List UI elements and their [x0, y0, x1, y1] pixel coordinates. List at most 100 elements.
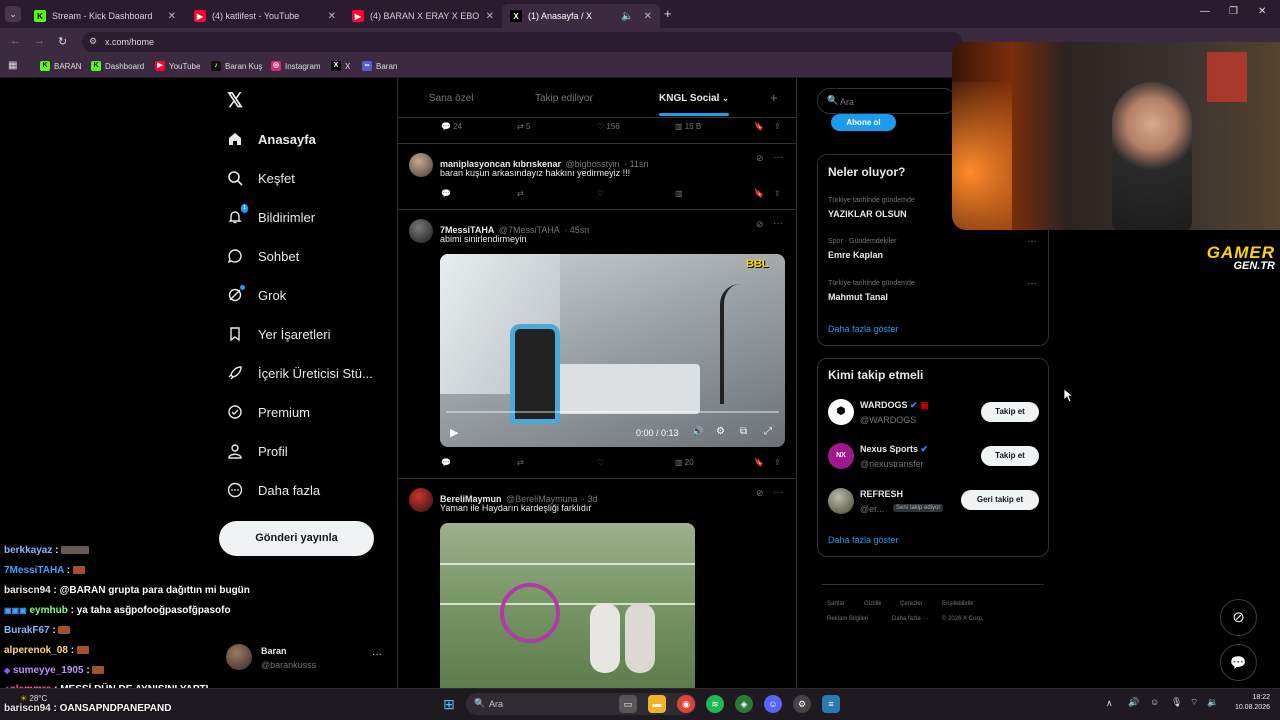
reload-icon[interactable]: ↻ — [58, 35, 67, 48]
show-more-link[interactable]: Daha fazla göster — [828, 535, 899, 545]
tab-following[interactable]: Takip ediliyor — [535, 93, 593, 104]
messages-float-button[interactable]: 💬 — [1220, 644, 1257, 681]
reply-button[interactable]: 💬 — [441, 189, 451, 198]
more-dots-icon[interactable]: ··· — [1027, 236, 1037, 247]
bookmark-instagram[interactable]: ◎ Instagram — [271, 61, 321, 71]
account-switcher[interactable]: Baran @barankusss ··· — [226, 643, 386, 673]
speaker-icon[interactable]: 🔈 — [621, 11, 633, 22]
tab-youtube-baran[interactable]: ▶ (4) BARAN X ERAY X EBONIVON ✕ — [344, 4, 502, 28]
follow-back-button[interactable]: Geri takip et — [961, 490, 1039, 510]
restore-button[interactable]: ❐ — [1229, 6, 1238, 17]
more-dots-icon[interactable]: ··· — [773, 487, 783, 498]
discord-icon[interactable]: ☺ — [764, 695, 782, 713]
add-tab-icon[interactable]: + — [770, 90, 778, 105]
tab-kick-dashboard[interactable]: K Stream - Kick Dashboard ✕ — [26, 4, 184, 28]
close-icon[interactable]: ✕ — [486, 11, 494, 22]
nav-premium[interactable]: Premium — [226, 403, 310, 421]
start-button[interactable]: ⊞ — [440, 695, 458, 713]
close-icon[interactable]: ✕ — [168, 11, 176, 22]
video-progress-track[interactable] — [446, 411, 779, 413]
close-icon[interactable]: ✕ — [644, 11, 652, 22]
video-player[interactable]: BBL ▶ 0:00 / 0:13 🔊 ⚙ ⧉ ⤢ — [440, 254, 785, 447]
reply-button[interactable]: 💬 — [441, 458, 451, 467]
url-input[interactable]: x.com/home — [82, 32, 962, 52]
suggest-name[interactable]: WARDOGS ✔ ▣ — [860, 400, 929, 411]
more-dots-icon[interactable]: ··· — [773, 152, 783, 163]
trend-item[interactable]: Emre Kaplan — [828, 250, 883, 260]
tab-search-icon[interactable]: ⌄ — [5, 6, 21, 22]
avatar[interactable] — [409, 153, 433, 177]
footer-link[interactable]: Çerezler — [900, 601, 923, 607]
show-more-link[interactable]: Daha fazla göster — [828, 324, 899, 334]
subscribe-button[interactable]: Abone ol — [831, 114, 896, 131]
forward-icon[interactable]: → — [34, 35, 45, 47]
share-icon[interactable]: ⇪ — [774, 122, 781, 131]
grok-icon[interactable]: ⊘ — [756, 153, 764, 164]
nav-more[interactable]: Daha fazla — [226, 481, 320, 499]
tweet-image[interactable] — [440, 523, 695, 688]
views-button[interactable]: ▥ 20 — [675, 458, 694, 467]
more-dots-icon[interactable]: ··· — [1027, 278, 1037, 289]
grok-float-button[interactable]: ⊘ — [1220, 599, 1257, 636]
search-box[interactable]: 🔍 Ara — [817, 88, 957, 114]
minimize-button[interactable]: — — [1200, 6, 1210, 17]
bookmark-x[interactable]: XX — [331, 61, 350, 71]
wifi-icon[interactable]: ⌔ — [1190, 697, 1198, 708]
back-icon[interactable]: ← — [10, 35, 21, 47]
close-icon[interactable]: ✕ — [328, 11, 336, 22]
tab-x-home[interactable]: X (1) Anasayfa / X 🔈 ✕ — [502, 4, 660, 28]
nav-messages[interactable]: Sohbet — [226, 247, 299, 265]
grok-icon[interactable]: ⊘ — [756, 488, 764, 499]
footer-link[interactable]: Gizlilik — [864, 601, 881, 607]
grok-icon[interactable]: ⊘ — [756, 219, 764, 230]
avatar[interactable] — [409, 219, 433, 243]
nav-notifications[interactable]: 1 Bildirimler — [226, 204, 315, 226]
bookmark-baran-kus[interactable]: ♪ Baran Kuş — [211, 61, 262, 71]
pip-icon[interactable]: ⧉ — [740, 426, 747, 437]
like-button[interactable]: ♡ — [597, 458, 604, 467]
tab-youtube-katlifest[interactable]: ▶ (4) katlifest - YouTube ✕ — [186, 4, 344, 28]
share-icon[interactable]: ⇪ — [774, 189, 781, 198]
footer-link[interactable]: Daha fazla ··· — [892, 616, 928, 622]
x-logo-icon[interactable]: 𝕏 — [227, 88, 243, 113]
discord-tray-icon[interactable]: ☺ — [1150, 697, 1159, 707]
new-tab-button[interactable]: + — [664, 6, 672, 21]
repost-button[interactable]: ⇄ — [517, 189, 524, 198]
weather-widget[interactable]: ☀ 28°C — [20, 694, 47, 703]
trend-item[interactable]: YAZIKLAR OLSUN — [828, 209, 907, 219]
like-button[interactable]: ♡ 156 — [597, 122, 620, 131]
site-info-icon[interactable]: ⚙ — [89, 36, 97, 47]
follow-button[interactable]: Takip et — [981, 446, 1039, 466]
audio-icon[interactable]: 🔊 — [1128, 697, 1139, 708]
views-button[interactable]: ▥ 15 B — [675, 122, 701, 131]
views-button[interactable]: ▥ — [675, 189, 683, 198]
follow-button[interactable]: Takip et — [981, 402, 1039, 422]
trend-item[interactable]: Mahmut Tanal — [828, 292, 888, 302]
file-explorer-icon[interactable]: ▬ — [648, 695, 666, 713]
tab-kngl-social[interactable]: KNGL Social ⌄ — [659, 93, 729, 104]
app-icon[interactable]: ⚙ — [793, 695, 811, 713]
bookmark-baran-2[interactable]: ∞ Baran — [362, 61, 397, 71]
window-close-button[interactable]: ✕ — [1258, 6, 1266, 17]
avatar[interactable] — [409, 488, 433, 512]
clock[interactable]: 18:22 10.08.2026 — [1226, 693, 1270, 713]
share-icon[interactable]: ⇪ — [774, 458, 781, 467]
play-icon[interactable]: ▶ — [450, 426, 458, 439]
mic-icon[interactable]: 🎙 — [1171, 697, 1182, 708]
volume-icon[interactable]: 🔉 — [1207, 697, 1218, 708]
bookmark-icon[interactable]: 🔖 — [754, 458, 764, 467]
bookmark-icon[interactable]: 🔖 — [754, 189, 764, 198]
nav-creator-studio[interactable]: İçerik Üreticisi Stü... — [226, 364, 373, 382]
volume-icon[interactable]: 🔊 — [692, 426, 703, 437]
bookmark-dashboard[interactable]: K Dashboard — [91, 61, 144, 71]
tab-for-you[interactable]: Sana özel — [429, 93, 473, 104]
nav-bookmarks[interactable]: Yer İşaretleri — [226, 325, 331, 343]
bookmark-youtube[interactable]: ▶ YouTube — [155, 61, 200, 71]
spotify-icon[interactable]: ≋ — [706, 695, 724, 713]
more-dots-icon[interactable]: ··· — [372, 649, 382, 660]
task-view-icon[interactable]: ▭ — [619, 695, 637, 713]
suggest-name[interactable]: Nexus Sports ✔ — [860, 444, 928, 455]
obs-icon[interactable]: ◈ — [735, 695, 753, 713]
suggest-name[interactable]: REFRESH — [860, 489, 903, 499]
footer-link[interactable]: Şartlar — [827, 601, 845, 607]
